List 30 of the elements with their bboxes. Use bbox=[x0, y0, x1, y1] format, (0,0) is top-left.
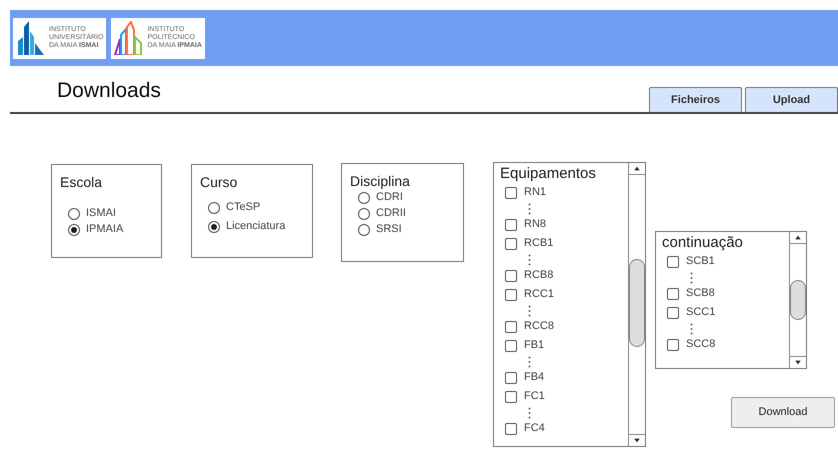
list-title: Equipamentos bbox=[500, 164, 597, 183]
checkbox-label: FC1 bbox=[524, 389, 545, 404]
list-title: continuação bbox=[662, 233, 744, 252]
group-title: Disciplina bbox=[350, 173, 411, 189]
checkbox-label: SCB1 bbox=[686, 254, 715, 270]
checkbox-label: RN1 bbox=[524, 185, 546, 200]
checkbox-label: RCB1 bbox=[524, 236, 554, 252]
radio-label: Licenciatura bbox=[226, 219, 286, 234]
radio-label: SRSI bbox=[376, 222, 402, 238]
checkbox-label: SCC8 bbox=[686, 337, 716, 352]
checkbox-label: FC4 bbox=[524, 421, 545, 436]
radio-label: CTeSP bbox=[226, 200, 260, 216]
tab[interactable]: Upload bbox=[745, 87, 838, 112]
radio-label: CDRI bbox=[376, 190, 403, 206]
checkbox-label: RCB8 bbox=[524, 268, 554, 284]
radio-label: CDRII bbox=[376, 206, 406, 222]
checkbox-label: RCC1 bbox=[524, 287, 554, 302]
group-title: Curso bbox=[200, 174, 238, 190]
radio-label: IPMAIA bbox=[86, 222, 124, 238]
checkbox-label: SCB8 bbox=[686, 286, 715, 302]
checkbox-label: FB1 bbox=[524, 338, 544, 354]
checkbox-label: FB4 bbox=[524, 370, 544, 386]
checkbox-label: RN8 bbox=[524, 217, 546, 232]
download-button[interactable]: Download bbox=[731, 397, 835, 428]
group-title: Escola bbox=[60, 174, 104, 190]
tab[interactable]: Ficheiros bbox=[649, 87, 742, 112]
checkbox-label: SCC1 bbox=[686, 305, 716, 320]
page-title: Downloads bbox=[57, 78, 161, 104]
radio-label: ISMAI bbox=[86, 206, 116, 222]
checkbox-label: RCC8 bbox=[524, 319, 554, 334]
